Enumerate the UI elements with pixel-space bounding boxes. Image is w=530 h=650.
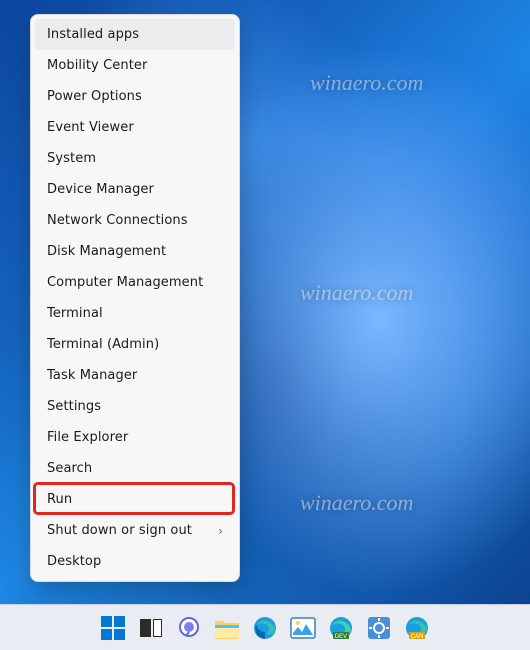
edge-canary-icon[interactable]: CAN xyxy=(403,614,431,642)
menu-item-label: Shut down or sign out xyxy=(47,523,192,538)
menu-item-network-connections[interactable]: Network Connections xyxy=(35,205,235,236)
menu-item-event-viewer[interactable]: Event Viewer xyxy=(35,112,235,143)
menu-item-label: Terminal xyxy=(47,306,103,321)
menu-item-shut-down-or-sign-out[interactable]: Shut down or sign out › xyxy=(35,515,235,546)
desktop: winaero.com winaero.com winaero.com Inst… xyxy=(0,0,530,650)
menu-item-disk-management[interactable]: Disk Management xyxy=(35,236,235,267)
menu-item-label: Installed apps xyxy=(47,27,139,42)
menu-item-label: Search xyxy=(47,461,92,476)
menu-item-label: Computer Management xyxy=(47,275,203,290)
settings-alt-icon[interactable] xyxy=(365,614,393,642)
menu-item-label: Task Manager xyxy=(47,368,137,383)
menu-item-terminal[interactable]: Terminal xyxy=(35,298,235,329)
menu-item-settings[interactable]: Settings xyxy=(35,391,235,422)
menu-item-label: File Explorer xyxy=(47,430,128,445)
menu-item-label: Power Options xyxy=(47,89,142,104)
menu-item-label: Terminal (Admin) xyxy=(47,337,159,352)
menu-item-label: Network Connections xyxy=(47,213,188,228)
taskbar: DEV CAN xyxy=(0,604,530,650)
menu-item-run[interactable]: Run xyxy=(35,484,235,515)
menu-item-terminal-admin[interactable]: Terminal (Admin) xyxy=(35,329,235,360)
file-explorer-icon[interactable] xyxy=(213,614,241,642)
chevron-right-icon: › xyxy=(218,524,223,538)
photos-icon[interactable] xyxy=(289,614,317,642)
svg-text:CAN: CAN xyxy=(411,634,424,640)
menu-item-computer-management[interactable]: Computer Management xyxy=(35,267,235,298)
menu-item-power-options[interactable]: Power Options xyxy=(35,81,235,112)
menu-item-label: Settings xyxy=(47,399,101,414)
menu-item-file-explorer[interactable]: File Explorer xyxy=(35,422,235,453)
edge-icon[interactable] xyxy=(251,614,279,642)
menu-item-label: Run xyxy=(47,492,72,507)
menu-item-search[interactable]: Search xyxy=(35,453,235,484)
taskview-icon[interactable] xyxy=(137,614,165,642)
watermark-text: winaero.com xyxy=(300,280,413,306)
menu-item-task-manager[interactable]: Task Manager xyxy=(35,360,235,391)
watermark-text: winaero.com xyxy=(300,490,413,516)
menu-item-system[interactable]: System xyxy=(35,143,235,174)
menu-item-desktop[interactable]: Desktop xyxy=(35,546,235,577)
menu-item-label: System xyxy=(47,151,96,166)
menu-item-device-manager[interactable]: Device Manager xyxy=(35,174,235,205)
edge-dev-icon[interactable]: DEV xyxy=(327,614,355,642)
winx-context-menu: Installed apps Mobility Center Power Optio… xyxy=(30,14,240,582)
menu-item-installed-apps[interactable]: Installed apps xyxy=(35,19,235,50)
watermark-text: winaero.com xyxy=(310,70,423,96)
chat-icon[interactable] xyxy=(175,614,203,642)
menu-item-label: Desktop xyxy=(47,554,101,569)
menu-item-mobility-center[interactable]: Mobility Center xyxy=(35,50,235,81)
menu-item-label: Disk Management xyxy=(47,244,166,259)
svg-text:DEV: DEV xyxy=(335,634,347,640)
start-icon[interactable] xyxy=(99,614,127,642)
menu-item-label: Mobility Center xyxy=(47,58,147,73)
menu-item-label: Device Manager xyxy=(47,182,154,197)
menu-item-label: Event Viewer xyxy=(47,120,134,135)
